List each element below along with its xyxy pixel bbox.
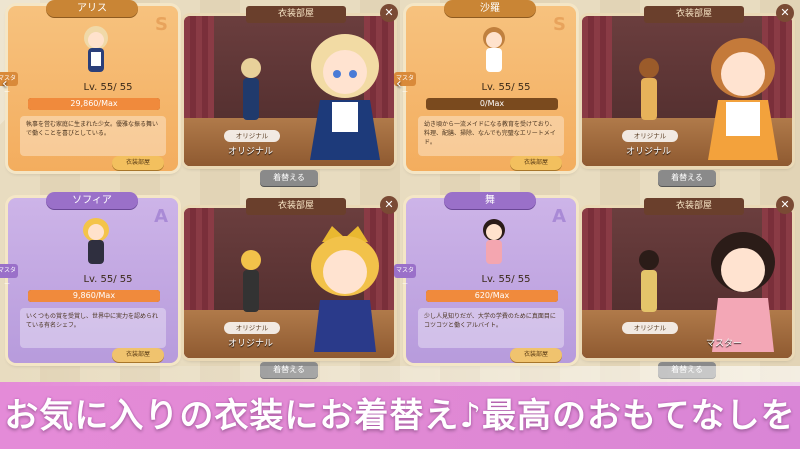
character-portrait: [311, 226, 379, 352]
character-small-figure: [639, 250, 659, 312]
outfit-name: オリジナル: [228, 147, 274, 157]
wardrobe-room: オリジナル オリジナル: [184, 208, 394, 358]
affinity-bar: 620/Max: [426, 290, 558, 302]
affinity-bar: 9,860/Max: [28, 290, 160, 302]
master-tag: マスター: [0, 264, 18, 288]
character-portrait: [310, 34, 380, 160]
wardrobe-button[interactable]: 衣装部屋: [112, 156, 164, 170]
room-title: 衣装部屋: [644, 198, 744, 215]
character-small-figure: [241, 250, 261, 312]
character-portrait: [708, 38, 778, 160]
prev-arrow-icon[interactable]: ‹: [2, 76, 8, 92]
character-small-figure: [639, 58, 659, 120]
affinity-text: 9,860/Max: [72, 291, 116, 300]
wardrobe-room: オリジナル マスター: [582, 208, 792, 358]
rank-badge: A: [154, 206, 168, 227]
close-icon[interactable]: ✕: [776, 196, 794, 214]
room-title: 衣装部屋: [644, 6, 744, 23]
character-description: いくつもの賞を受賞し、世界中に実力を認められている有名シェフ。: [20, 308, 166, 348]
affinity-text: 0/Max: [479, 99, 505, 108]
character-chibi: [84, 26, 108, 72]
character-name: 沙羅: [444, 0, 536, 17]
affinity-bar: 0/Max: [426, 98, 558, 110]
close-icon[interactable]: ✕: [776, 4, 794, 22]
level-text: Lv. 55/ 55: [83, 82, 133, 93]
character-panel-3: ソフィア A マスター Lv. 55/ 55 9,860/Max いくつもの賞を…: [0, 192, 400, 383]
character-panel-1: アリス S マスター Lv. 55/ 55 29,860/Max 執事を営む家庭…: [0, 0, 400, 191]
rank-badge: A: [552, 206, 566, 227]
outfit-label: オリジナル: [224, 130, 280, 142]
character-description: 少し人見知りだが、大学の学費のために真面目にコツコツと働くアルバイト。: [418, 308, 564, 348]
character-panel-4: 舞 A マスター Lv. 55/ 55 620/Max 少し人見知りだが、大学の…: [394, 192, 798, 383]
affinity-text: 29,860/Max: [70, 99, 118, 108]
character-small-figure: [241, 58, 261, 120]
rank-badge: S: [553, 14, 566, 35]
master-tag: マスター: [394, 264, 416, 288]
next-arrow-icon[interactable]: ‹: [396, 76, 402, 92]
wardrobe-button[interactable]: 衣装部屋: [510, 156, 562, 170]
change-outfit-button[interactable]: 着替える: [658, 170, 716, 186]
affinity-bar: 29,860/Max: [28, 98, 160, 110]
outfit-label: オリジナル: [622, 322, 678, 334]
rank-badge: S: [155, 14, 168, 35]
profile-card: 舞 A マスター Lv. 55/ 55 620/Max 少し人見知りだが、大学の…: [394, 192, 576, 363]
character-chibi: [483, 27, 505, 72]
outfit-label: オリジナル: [622, 130, 678, 142]
profile-card: ソフィア A マスター Lv. 55/ 55 9,860/Max いくつもの賞を…: [0, 192, 178, 363]
outfit-name: マスター: [706, 339, 743, 349]
level-text: Lv. 55/ 55: [481, 274, 531, 285]
room-title: 衣装部屋: [246, 198, 346, 215]
profile-card: 沙羅 S マスター Lv. 55/ 55 0/Max 幼き頃から一流メイドになる…: [394, 0, 576, 171]
outfit-name: オリジナル: [626, 147, 672, 157]
affinity-text: 620/Max: [474, 291, 510, 300]
character-description: 執事を営む家庭に生まれた少女。優雅な振る舞いで働くことを喜びとしている。: [20, 116, 166, 156]
change-outfit-button[interactable]: 着替える: [260, 170, 318, 186]
wardrobe-button[interactable]: 衣装部屋: [112, 348, 164, 362]
character-name: ソフィア: [46, 192, 138, 209]
character-panel-2: 沙羅 S マスター Lv. 55/ 55 0/Max 幼き頃から一流メイドになる…: [394, 0, 798, 191]
character-name: アリス: [46, 0, 138, 17]
outfit-name: オリジナル: [228, 339, 274, 349]
profile-card: アリス S マスター Lv. 55/ 55 29,860/Max 執事を営む家庭…: [0, 0, 178, 171]
character-chibi: [483, 219, 505, 264]
close-icon[interactable]: ✕: [380, 4, 398, 22]
character-chibi: [83, 218, 109, 264]
wardrobe-room: オリジナル オリジナル: [582, 16, 792, 166]
wardrobe-room: オリジナル オリジナル: [184, 16, 394, 166]
wardrobe-button[interactable]: 衣装部屋: [510, 348, 562, 362]
outfit-label: オリジナル: [224, 322, 280, 334]
character-description: 幼き頃から一流メイドになる教育を受けており、料理、配膳、掃除、なんでも完璧なエリ…: [418, 116, 564, 156]
level-text: Lv. 55/ 55: [83, 274, 133, 285]
room-title: 衣装部屋: [246, 6, 346, 23]
level-text: Lv. 55/ 55: [481, 82, 531, 93]
character-name: 舞: [444, 192, 536, 209]
close-icon[interactable]: ✕: [380, 196, 398, 214]
promo-banner-text: お気に入りの衣装にお着替え♪最高のおもてなしを: [4, 396, 796, 436]
